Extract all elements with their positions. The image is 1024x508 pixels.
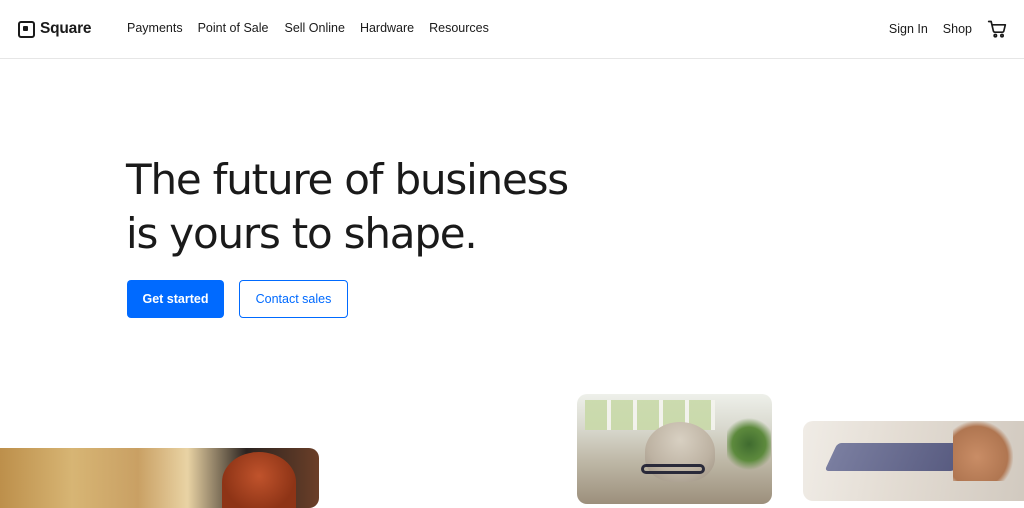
top-navigation: Square Payments Point of Sale Sell Onlin… — [0, 0, 1024, 59]
hero-photo-center-plant — [727, 414, 771, 474]
hero-photo-center-glasses — [641, 464, 705, 474]
hero-headline: The future of business is yours to shape… — [126, 153, 686, 261]
primary-nav: Payments Point of Sale Sell Online Hardw… — [127, 21, 489, 35]
get-started-button[interactable]: Get started — [127, 280, 224, 318]
hero-headline-line-1: The future of business — [126, 155, 569, 204]
hero-photo-right-device — [824, 443, 968, 471]
hero-photo-left — [0, 448, 319, 508]
hero-photo-right-arm — [953, 421, 1013, 481]
nav-point-of-sale[interactable]: Point of Sale — [198, 21, 269, 35]
contact-sales-button[interactable]: Contact sales — [239, 280, 348, 318]
cart-icon[interactable] — [987, 19, 1007, 39]
square-logo[interactable]: Square — [18, 19, 92, 39]
shop-link[interactable]: Shop — [943, 22, 972, 36]
square-logo-icon — [18, 20, 35, 38]
brand-name: Square — [40, 20, 92, 37]
hero-photo-center — [577, 394, 772, 504]
hero-photo-left-subject — [222, 452, 296, 508]
nav-resources[interactable]: Resources — [429, 21, 489, 35]
sign-in-link[interactable]: Sign In — [889, 22, 928, 36]
nav-actions: Sign In Shop — [889, 19, 1007, 39]
hero-photo-right — [803, 421, 1024, 501]
nav-payments[interactable]: Payments — [127, 21, 183, 35]
hero-headline-line-2: is yours to shape. — [126, 209, 478, 258]
nav-sell-online[interactable]: Sell Online — [284, 21, 344, 35]
nav-hardware[interactable]: Hardware — [360, 21, 414, 35]
